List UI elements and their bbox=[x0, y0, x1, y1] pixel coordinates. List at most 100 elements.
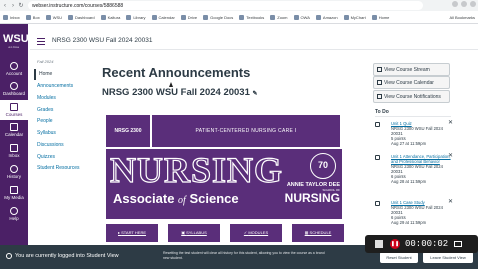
nav-my-media[interactable]: My Media bbox=[0, 186, 28, 200]
page-title: Recent Announcements bbox=[102, 65, 251, 80]
nav-inbox[interactable]: Inbox bbox=[0, 144, 28, 158]
course-nav-discussions[interactable]: Discussions bbox=[34, 140, 88, 151]
dismiss-icon[interactable]: ✕ bbox=[448, 199, 453, 205]
view-course-stream-button[interactable]: View Course Stream bbox=[373, 63, 450, 76]
course-nav-syllabus[interactable]: Syllabus bbox=[34, 128, 88, 139]
hamburger-icon[interactable] bbox=[37, 38, 45, 47]
bookmark[interactable]: MyChart bbox=[343, 14, 366, 20]
profile-icon[interactable] bbox=[461, 1, 467, 7]
bookmark[interactable]: Box bbox=[25, 14, 40, 20]
reset-student-button[interactable]: Reset Student bbox=[380, 252, 418, 263]
view-course-notifications-button[interactable]: View Course Notifications bbox=[373, 90, 450, 103]
todo-item: Unit 1 Case Study NRSG 2300 WSU Fall 202… bbox=[375, 199, 455, 225]
bookmark[interactable]: Dashboard bbox=[68, 14, 95, 20]
banner-course-title: PATIENT-CENTERED NURSING CARE I bbox=[152, 115, 340, 147]
course-nav-announcements[interactable]: Announcements bbox=[34, 81, 88, 92]
course-nav-modules[interactable]: Modules bbox=[34, 93, 88, 104]
nav-account[interactable]: Account bbox=[0, 62, 28, 76]
quiz-icon bbox=[375, 122, 380, 127]
assignment-icon bbox=[375, 155, 380, 160]
bookmark[interactable]: Kaltura bbox=[100, 14, 120, 20]
todo-link[interactable]: Unit 1 Attendance, Participation, and Pr… bbox=[391, 154, 451, 164]
browser-actions bbox=[452, 1, 476, 7]
bookmark[interactable]: Google Docs bbox=[203, 14, 233, 20]
media-icon bbox=[10, 186, 18, 194]
address-bar[interactable]: webser.instructure.com/courses/5886588 bbox=[28, 1, 423, 10]
course-nav-quizzes[interactable]: Quizzes bbox=[34, 152, 88, 163]
wsu-logo[interactable]: WSU online bbox=[3, 34, 29, 50]
screen-recorder-toolbar: ❚❚ 00:00:02 bbox=[365, 235, 478, 253]
pause-record-icon[interactable]: ❚❚ bbox=[390, 239, 400, 249]
nursing-hero-image: NURSING Associate of Science 70 ANNIE TA… bbox=[106, 149, 342, 219]
todo-heading: To Do bbox=[375, 109, 389, 115]
header-divider bbox=[30, 49, 478, 50]
reset-note: Resetting the test student will clear al… bbox=[163, 251, 325, 260]
nav-dashboard[interactable]: Dashboard bbox=[0, 82, 28, 96]
mouse-cursor-icon bbox=[169, 82, 173, 87]
todo-item: Unit 1 Attendance, Participation, and Pr… bbox=[375, 153, 455, 184]
banner-course-code: NRSG 2300 bbox=[106, 115, 152, 147]
book-icon bbox=[10, 103, 18, 111]
dismiss-icon[interactable]: ✕ bbox=[448, 120, 453, 126]
back-icon[interactable]: ‹ bbox=[2, 3, 8, 9]
course-nav-grades[interactable]: Grades bbox=[34, 105, 88, 116]
bell-icon bbox=[377, 94, 382, 99]
bookmark[interactable]: Home bbox=[371, 14, 389, 20]
stop-square-icon[interactable] bbox=[375, 240, 383, 248]
account-icon bbox=[10, 62, 18, 70]
bookmark[interactable]: OWA bbox=[293, 14, 310, 20]
term-label: Fall 2024 bbox=[37, 59, 54, 64]
course-quick-links: ▸ START HERE ▣ SYLLABUS ✓ MODULES ▦ SCHE… bbox=[106, 224, 354, 242]
bookmark[interactable]: Amazon bbox=[315, 14, 338, 20]
course-nav-home[interactable]: Home bbox=[34, 69, 88, 80]
course-banner: NRSG 2300 PATIENT-CENTERED NURSING CARE … bbox=[106, 115, 340, 147]
inbox-icon bbox=[10, 144, 18, 152]
bookmark[interactable]: WSU bbox=[45, 14, 62, 20]
breadcrumb[interactable]: NRSG 2300 WSU Fall 2024 20031 bbox=[52, 37, 152, 44]
bookmark[interactable]: Library bbox=[126, 14, 146, 20]
forward-icon[interactable]: › bbox=[10, 3, 16, 9]
student-view-icon bbox=[6, 253, 12, 259]
extension-icon[interactable] bbox=[452, 1, 458, 7]
nav-calendar[interactable]: Calendar bbox=[0, 123, 28, 137]
view-course-calendar-button[interactable]: View Course Calendar bbox=[373, 76, 450, 89]
bookmark[interactable]: Textbooks bbox=[239, 14, 264, 20]
course-title: NRSG 2300 WSU Fall 2024 20031 ✎ bbox=[102, 87, 258, 98]
hero-title: NURSING bbox=[109, 150, 284, 190]
edit-icon[interactable]: ✎ bbox=[253, 91, 258, 97]
course-nav-people[interactable]: People bbox=[34, 116, 88, 127]
calendar-icon bbox=[10, 123, 18, 131]
camera-icon[interactable] bbox=[454, 241, 463, 247]
bookmark[interactable]: Calendar bbox=[151, 14, 175, 20]
bookmark[interactable]: Zoom bbox=[270, 14, 288, 20]
dashboard-icon bbox=[10, 82, 18, 90]
dismiss-icon[interactable]: ✕ bbox=[448, 153, 453, 159]
nav-courses[interactable]: Courses bbox=[0, 100, 28, 120]
school-logo: ANNIE TAYLOR DEE SCHOOL OF NURSING bbox=[284, 182, 340, 205]
calendar-icon bbox=[377, 80, 382, 85]
student-view-message: You are currently logged into Student Vi… bbox=[6, 253, 119, 259]
nav-history[interactable]: History bbox=[0, 165, 28, 179]
menu-icon[interactable] bbox=[470, 1, 476, 7]
stream-icon bbox=[377, 67, 382, 72]
recording-timer: 00:00:02 bbox=[405, 239, 449, 249]
hero-degree: Associate of Science bbox=[113, 191, 239, 206]
bookmark[interactable]: Inbox bbox=[3, 14, 20, 20]
schedule-button[interactable]: ▦ SCHEDULE bbox=[292, 224, 344, 242]
assignment-icon bbox=[375, 201, 380, 206]
todo-divider bbox=[375, 116, 451, 117]
nav-help[interactable]: Help bbox=[0, 207, 28, 221]
todo-item: Unit 1 Quiz NRSG 2300 WSU Fall 2024 2003… bbox=[375, 120, 455, 146]
bookmarks-bar: Inbox Box WSU Dashboard Kaltura Library … bbox=[0, 11, 478, 24]
url-text: webser.instructure.com/courses/5886588 bbox=[32, 2, 124, 9]
leave-student-view-button[interactable]: Leave Student View bbox=[423, 252, 473, 263]
anniversary-seal-icon: 70 bbox=[310, 153, 336, 179]
reload-icon[interactable]: ↻ bbox=[18, 3, 24, 9]
all-bookmarks[interactable]: All Bookmarks bbox=[449, 15, 475, 20]
syllabus-button[interactable]: ▣ SYLLABUS bbox=[168, 224, 220, 242]
browser-address-row: ‹ › ↻ webser.instructure.com/courses/588… bbox=[0, 0, 478, 11]
modules-button[interactable]: ✓ MODULES bbox=[230, 224, 282, 242]
start-here-button[interactable]: ▸ START HERE bbox=[106, 224, 158, 242]
bookmark[interactable]: Drive bbox=[180, 14, 197, 20]
course-nav-student-resources[interactable]: Student Resources bbox=[34, 163, 88, 174]
